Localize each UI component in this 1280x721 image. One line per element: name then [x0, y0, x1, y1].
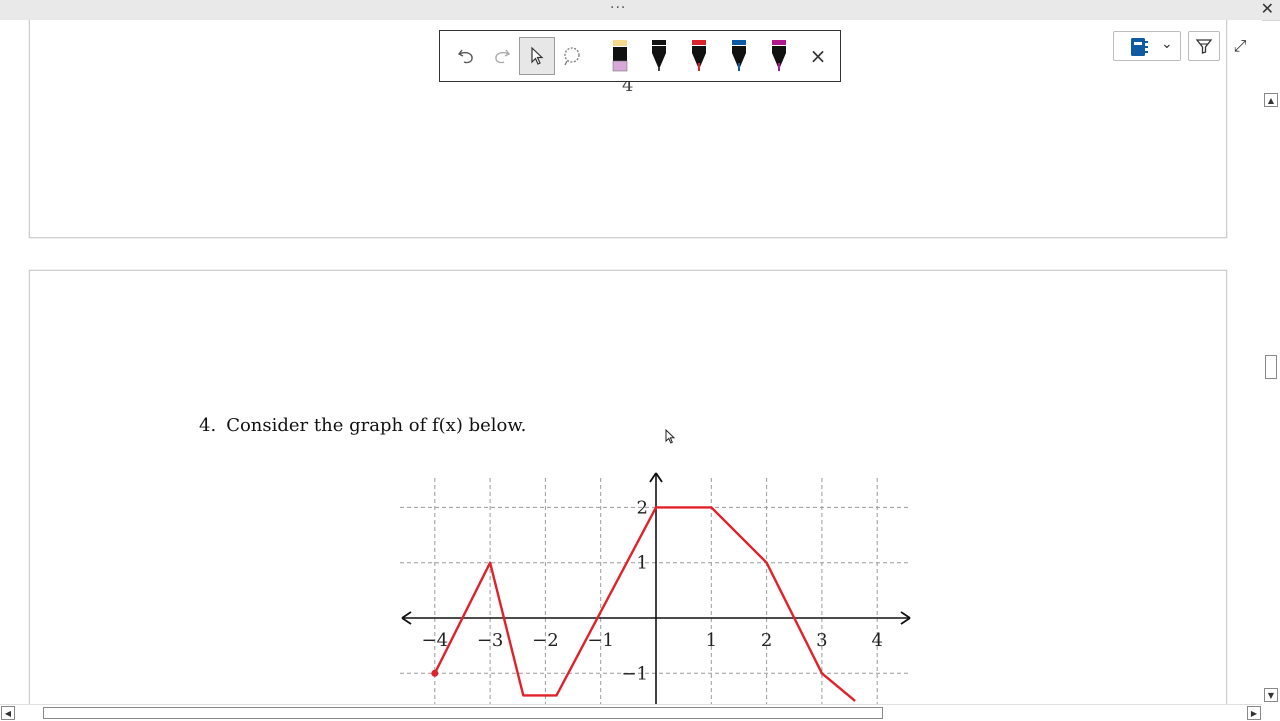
chevron-down-icon: ⌄: [1161, 36, 1173, 52]
question-text: Consider the graph of f(x) below.: [226, 415, 527, 436]
pen-blue-button[interactable]: [721, 37, 757, 75]
pen-magenta-button[interactable]: [761, 37, 797, 75]
function-graph: −4 −3 −2 −1 1 2 3 4 2 1 −1: [396, 470, 916, 708]
horizontal-scroll-thumb[interactable]: [43, 707, 883, 719]
scroll-right-arrow-icon[interactable]: ▶: [1247, 706, 1261, 720]
pen-black-button[interactable]: [641, 37, 677, 75]
pen-magenta-icon: [772, 40, 786, 71]
ink-toolbar: ×: [439, 30, 841, 82]
filter-icon: [1195, 39, 1213, 54]
notebook-dropdown-button[interactable]: ⌄: [1113, 31, 1181, 61]
vertical-scrollbar[interactable]: ▲ ▼: [1262, 90, 1280, 704]
notebook-icon: [1131, 38, 1148, 56]
window-drag-handle[interactable]: ···: [610, 0, 626, 16]
scroll-up-arrow-icon[interactable]: ▲: [1264, 93, 1278, 107]
select-tool-button[interactable]: [519, 37, 555, 75]
question-number: 4.: [199, 415, 217, 436]
pen-black-icon: [652, 40, 666, 71]
expand-button[interactable]: ⤢: [1228, 35, 1252, 57]
redo-icon: [495, 49, 511, 64]
undo-button[interactable]: [448, 37, 484, 75]
lasso-icon: [564, 47, 580, 66]
x-tick-label: 4: [871, 630, 882, 651]
window-title-bar: ··· ✕: [0, 0, 1280, 21]
x-tick-label: −3: [477, 630, 504, 651]
window-close-button[interactable]: ✕: [1261, 0, 1274, 18]
filter-button[interactable]: [1188, 31, 1220, 61]
graph-svg: −4 −3 −2 −1 1 2 3 4 2 1 −1: [400, 472, 911, 704]
x-tick-label: 1: [706, 630, 717, 651]
highlighter-button[interactable]: [602, 37, 638, 75]
pen-red-icon: [692, 40, 706, 71]
x-tick-label: 2: [761, 630, 772, 651]
x-tick-label: 3: [816, 630, 827, 651]
pen-red-button[interactable]: [681, 37, 717, 75]
scroll-down-arrow-icon[interactable]: ▼: [1264, 688, 1278, 702]
highlighter-icon: [612, 40, 628, 72]
x-tick-label: −4: [422, 630, 449, 651]
select-pointer-icon: [531, 46, 544, 65]
mouse-cursor-icon: [665, 429, 676, 444]
x-tick-label: −1: [587, 630, 614, 651]
scrollbar-corner: [1262, 704, 1280, 720]
horizontal-scrollbar[interactable]: ◀ ▶: [0, 704, 1262, 721]
x-tick-label: −2: [532, 630, 559, 651]
y-tick-label: −1: [621, 663, 648, 684]
question-line: 4. Consider the graph of f(x) below.: [199, 415, 526, 436]
vertical-scroll-thumb[interactable]: [1265, 355, 1277, 379]
lasso-tool-button[interactable]: [554, 37, 590, 75]
pen-blue-icon: [732, 40, 746, 71]
ink-toolbar-close-button[interactable]: ×: [800, 37, 836, 75]
y-tick-label: 1: [637, 553, 648, 574]
y-tick-label: 2: [637, 497, 648, 518]
redo-button[interactable]: [484, 37, 520, 75]
endpoint-dot: [431, 669, 439, 677]
scroll-left-arrow-icon[interactable]: ◀: [1, 706, 15, 720]
undo-icon: [457, 49, 473, 64]
